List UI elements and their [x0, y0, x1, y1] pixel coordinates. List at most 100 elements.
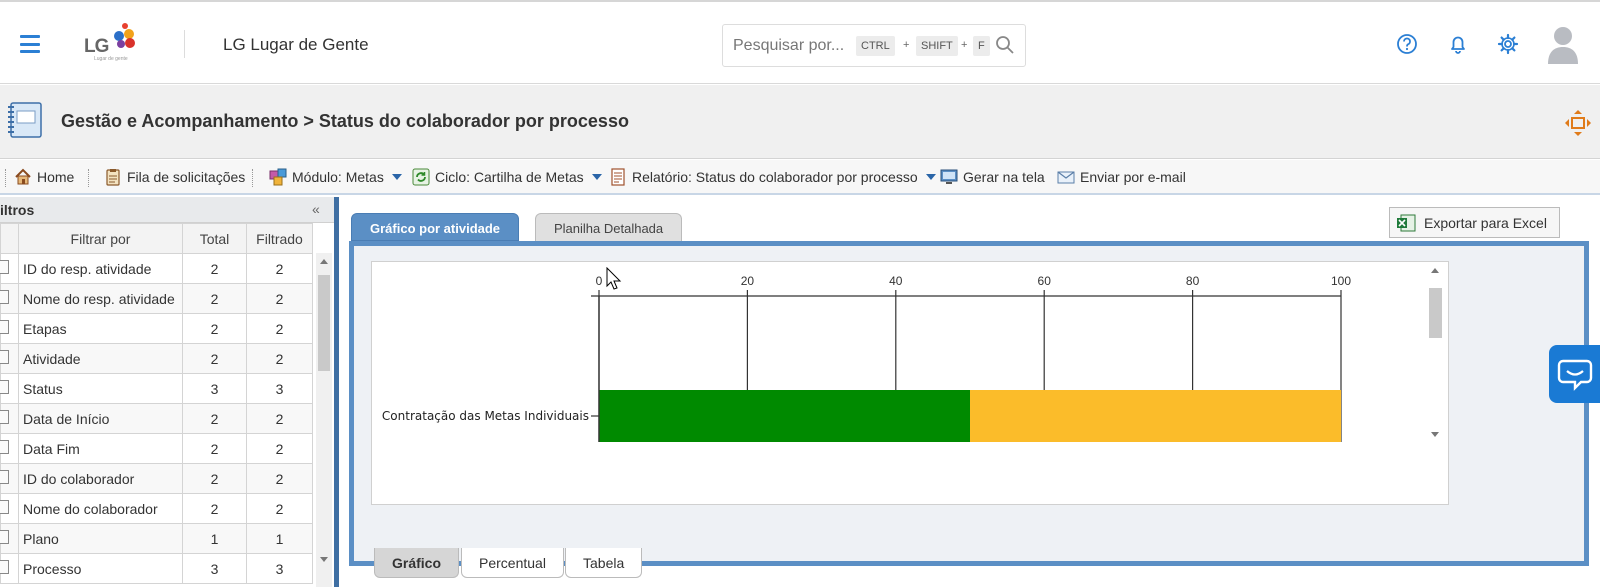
- bar-segment: [970, 390, 1341, 442]
- filter-row[interactable]: Nome do resp. atividade 2 2: [0, 283, 313, 314]
- generate-on-screen-button[interactable]: Gerar na tela: [940, 168, 1045, 186]
- report-document-icon: [611, 168, 625, 186]
- row-expand-icon[interactable]: [0, 463, 19, 494]
- filters-header: iltros «: [0, 197, 334, 223]
- bar-segment: [599, 390, 970, 442]
- row-expand-icon[interactable]: [0, 553, 19, 584]
- filter-name: Nome do colaborador: [18, 493, 183, 524]
- request-queue-label: Fila de solicitações: [127, 169, 246, 185]
- filter-row[interactable]: Nome do colaborador 2 2: [0, 493, 313, 524]
- filters-panel: iltros « Filtrar por Total Filtrado ID d…: [0, 197, 334, 587]
- column-header-filtered[interactable]: Filtrado: [246, 223, 313, 254]
- filter-total: 2: [182, 343, 247, 374]
- filter-row[interactable]: Etapas 2 2: [0, 313, 313, 344]
- module-cubes-icon: [269, 168, 287, 186]
- filter-name: Nome do resp. atividade: [18, 283, 183, 314]
- subtab-percent[interactable]: Percentual: [461, 548, 564, 578]
- module-dropdown[interactable]: Módulo: Metas: [269, 168, 402, 186]
- export-excel-button[interactable]: Exportar para Excel: [1389, 207, 1560, 238]
- category-label: Contratação das Metas Individuais: [382, 409, 589, 423]
- main-content: Gráfico por atividade Planilha Detalhada…: [339, 197, 1600, 587]
- toolbar-separator: [252, 169, 253, 187]
- cycle-label: Ciclo: Cartilha de Metas: [435, 169, 584, 185]
- chat-support-button[interactable]: [1549, 345, 1600, 403]
- filter-name: Status: [18, 373, 183, 404]
- column-header-total[interactable]: Total: [182, 223, 247, 254]
- search-input[interactable]: Pesquisar por...: [733, 37, 844, 55]
- tab-activity-chart[interactable]: Gráfico por atividade: [351, 213, 520, 241]
- kbd-f: F: [973, 36, 990, 56]
- export-excel-label: Exportar para Excel: [1424, 214, 1547, 231]
- module-label: Módulo: Metas: [292, 169, 384, 185]
- subtab-chart[interactable]: Gráfico: [374, 548, 460, 578]
- generate-label: Gerar na tela: [963, 169, 1045, 185]
- filter-total: 2: [182, 283, 247, 314]
- tab-detailed-sheet[interactable]: Planilha Detalhada: [535, 213, 683, 241]
- row-expand-icon[interactable]: [0, 373, 19, 404]
- row-expand-icon[interactable]: [0, 493, 19, 524]
- column-header-filter-by[interactable]: Filtrar por: [18, 223, 183, 254]
- row-expand-icon[interactable]: [0, 313, 19, 344]
- search-box[interactable]: Pesquisar por... CTRL + SHIFT + F: [722, 24, 1026, 67]
- chat-bubble-icon: [1557, 359, 1593, 391]
- expand-arrows-icon[interactable]: [1564, 109, 1592, 137]
- kbd-plus: +: [961, 39, 968, 51]
- clipboard-icon: [106, 169, 120, 186]
- chevron-down-icon: [925, 174, 936, 180]
- filter-row[interactable]: Status 3 3: [0, 373, 313, 404]
- scrollbar-thumb[interactable]: [1429, 288, 1442, 338]
- x-tick-label: 0: [596, 274, 603, 288]
- filter-filtered: 1: [246, 523, 313, 554]
- user-avatar-icon[interactable]: [1547, 24, 1579, 64]
- row-expand-icon[interactable]: [0, 433, 19, 464]
- chart-panel: 0 20 40 60 80 100 Contratação das Metas Indivi…: [349, 241, 1589, 578]
- notifications-bell-icon[interactable]: [1447, 33, 1469, 55]
- app-title: LG Lugar de Gente: [223, 35, 369, 54]
- row-expand-icon[interactable]: [0, 403, 19, 434]
- row-expand-icon[interactable]: [0, 253, 19, 284]
- filter-row[interactable]: Processo 3 3: [0, 553, 313, 584]
- home-button[interactable]: Home: [14, 168, 74, 186]
- toolbar: Home Fila de solicitações Módulo: Metas …: [0, 160, 1600, 195]
- filter-name: Etapas: [18, 313, 183, 344]
- filter-row[interactable]: ID do resp. atividade 2 2: [0, 253, 313, 284]
- filter-row[interactable]: Atividade 2 2: [0, 343, 313, 374]
- hamburger-menu-icon[interactable]: [20, 35, 40, 53]
- excel-icon: [1397, 214, 1416, 231]
- filters-title: iltros: [0, 202, 35, 218]
- search-icon[interactable]: [995, 35, 1015, 55]
- report-dropdown[interactable]: Relatório: Status do colaborador por pro…: [609, 168, 936, 186]
- chart-scrollbar[interactable]: [1427, 262, 1443, 444]
- lg-logo[interactable]: LG Lugar de gente: [82, 18, 142, 70]
- notebook-icon: [8, 102, 42, 138]
- scrollbar-thumb[interactable]: [318, 275, 330, 371]
- scroll-down-arrow-icon[interactable]: [320, 557, 328, 562]
- chart-area: 0 20 40 60 80 100 Contratação das Metas Indivi…: [371, 261, 1449, 505]
- filter-total: 2: [182, 313, 247, 344]
- cycle-refresh-icon: [412, 168, 430, 186]
- row-expand-icon[interactable]: [0, 283, 19, 314]
- send-email-button[interactable]: Enviar por e-mail: [1057, 168, 1186, 186]
- filter-row[interactable]: Data de Início 2 2: [0, 403, 313, 434]
- cycle-dropdown[interactable]: Ciclo: Cartilha de Metas: [412, 168, 602, 186]
- x-tick-label: 100: [1331, 274, 1351, 288]
- filter-row[interactable]: ID do colaborador 2 2: [0, 463, 313, 494]
- row-expand-icon[interactable]: [0, 343, 19, 374]
- help-icon[interactable]: [1396, 33, 1418, 55]
- page-header: Gestão e Acompanhamento > Status do cola…: [0, 85, 1600, 159]
- settings-gear-icon[interactable]: [1497, 33, 1519, 55]
- filters-table: Filtrar por Total Filtrado ID do resp. a…: [0, 223, 313, 584]
- collapse-panel-icon[interactable]: «: [312, 201, 320, 217]
- kbd-shift: SHIFT: [916, 36, 958, 56]
- x-tick-label: 60: [1038, 274, 1052, 288]
- filter-row[interactable]: Data Fim 2 2: [0, 433, 313, 464]
- row-expand-icon[interactable]: [0, 523, 19, 554]
- filter-total: 1: [182, 523, 247, 554]
- subtab-table[interactable]: Tabela: [565, 548, 643, 578]
- filter-name: Plano: [18, 523, 183, 554]
- filter-row[interactable]: Plano 1 1: [0, 523, 313, 554]
- breadcrumb: Gestão e Acompanhamento > Status do cola…: [61, 111, 629, 131]
- filters-scrollbar[interactable]: [316, 253, 332, 587]
- scroll-up-arrow-icon[interactable]: [320, 259, 328, 264]
- request-queue-button[interactable]: Fila de solicitações: [104, 168, 245, 186]
